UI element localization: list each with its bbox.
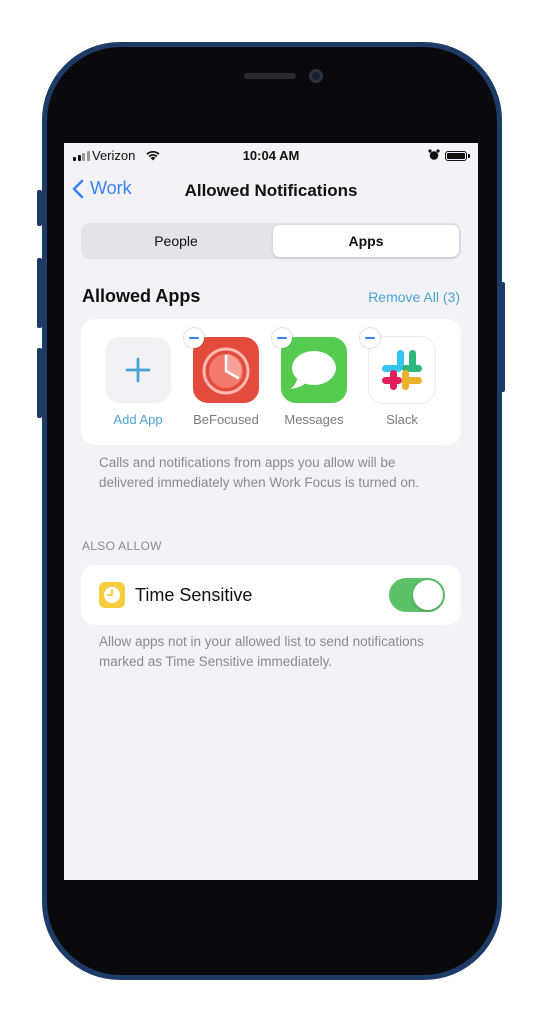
- time-sensitive-toggle[interactable]: [389, 578, 445, 612]
- remove-all-button[interactable]: Remove All (3): [368, 289, 460, 305]
- page-title: Allowed Notifications: [184, 181, 358, 200]
- allowed-apps-note: Calls and notifications from apps you al…: [99, 455, 420, 490]
- add-app-button[interactable]: Add App: [98, 337, 178, 427]
- toggle-knob: [413, 580, 443, 610]
- remove-befocused-button[interactable]: [184, 328, 204, 348]
- navigation-bar: Work Allowed Notifications: [64, 173, 478, 207]
- volume-down-button: [37, 348, 42, 418]
- befocused-timer-icon: [184, 328, 259, 403]
- add-app-label: Add App: [113, 412, 163, 427]
- action-button: [37, 190, 42, 226]
- app-label-befocused: BeFocused: [193, 412, 259, 427]
- app-label-slack: Slack: [386, 412, 418, 427]
- allowed-apps-card: Add App BeFocused Messages Slack: [81, 319, 461, 445]
- battery-icon: [445, 151, 470, 161]
- volume-up-button: [37, 258, 42, 328]
- power-button: [500, 282, 505, 392]
- app-messages[interactable]: Messages: [272, 328, 354, 427]
- allowed-apps-title: Allowed Apps: [82, 286, 201, 306]
- messages-bubble-icon: [272, 328, 347, 403]
- front-camera: [309, 69, 323, 83]
- earpiece-speaker: [244, 73, 296, 79]
- app-befocused[interactable]: BeFocused: [184, 328, 266, 427]
- segmented-control: People Apps: [81, 223, 461, 259]
- remove-messages-button[interactable]: [272, 328, 292, 348]
- status-bar: Verizon 10:04 AM: [64, 143, 478, 169]
- segment-people[interactable]: People: [83, 225, 269, 257]
- time-sensitive-note: Allow apps not in your allowed list to s…: [99, 634, 424, 669]
- clock-icon: [99, 582, 125, 608]
- status-time: 10:04 AM: [242, 148, 300, 163]
- time-sensitive-row: Time Sensitive: [81, 565, 461, 625]
- also-allow-header: ALSO ALLOW: [82, 539, 162, 553]
- screen: Verizon 10:04 AM Work Allowed Notificati…: [64, 143, 478, 880]
- add-app-tile: [105, 337, 171, 403]
- app-slack[interactable]: Slack: [360, 328, 442, 427]
- app-label-messages: Messages: [284, 412, 344, 427]
- plus-icon: [125, 357, 151, 383]
- remove-slack-button[interactable]: [360, 328, 380, 348]
- slack-logo-icon: [360, 328, 435, 403]
- segment-apps[interactable]: Apps: [273, 225, 459, 257]
- time-sensitive-label: Time Sensitive: [135, 585, 253, 605]
- alarm-icon: [428, 149, 440, 160]
